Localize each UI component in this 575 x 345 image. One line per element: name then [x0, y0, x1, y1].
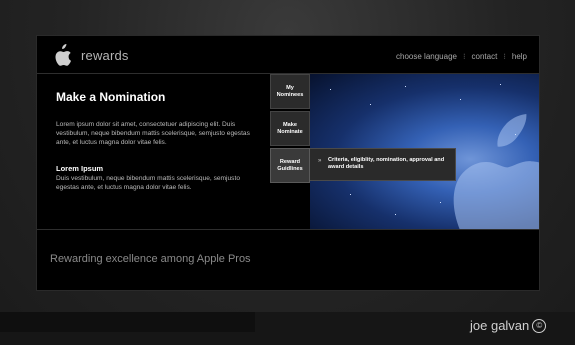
star-decoration	[500, 84, 501, 85]
nomination-content: Make a Nomination Lorem ipsum dolor sit …	[37, 74, 270, 229]
top-navigation: choose language ⁝ contact ⁝ help	[396, 52, 527, 61]
bottom-band-shadow	[0, 312, 255, 332]
nav-help[interactable]: help	[512, 52, 527, 61]
star-decoration	[395, 214, 396, 215]
star-decoration	[515, 134, 516, 135]
signature-text: joe galvan	[470, 318, 530, 333]
page-title: Make a Nomination	[56, 90, 166, 104]
star-decoration	[370, 104, 371, 105]
apple-logo-icon[interactable]	[52, 44, 72, 68]
copyright-icon: ©	[532, 318, 547, 333]
nav-contact[interactable]: contact	[472, 52, 498, 61]
star-decoration	[350, 194, 351, 195]
nav-separator-icon: ⁝	[462, 52, 466, 61]
tab-reward-guidelines[interactable]: Reward Guidlines	[270, 148, 310, 183]
tab-label-line: Make	[283, 121, 297, 128]
callout-text: Criteria, eligiblity, nomination, approv…	[328, 157, 445, 170]
tab-label-line: Reward	[279, 158, 301, 165]
tab-label-line: Guidlines	[277, 165, 303, 172]
brand-title: rewards	[81, 48, 129, 63]
star-decoration	[460, 99, 461, 100]
tab-make-nominate[interactable]: Make Nominate	[270, 111, 310, 146]
star-decoration	[405, 86, 406, 87]
tab-my-nominees[interactable]: My Nominees	[270, 74, 310, 109]
author-signature: joe galvan ©	[470, 318, 547, 333]
tab-label-line: Nominate	[277, 128, 303, 135]
tab-label-line: My	[286, 84, 294, 91]
star-decoration	[330, 89, 331, 90]
footer-tagline: Rewarding excellence among Apple Pros	[50, 253, 251, 265]
nav-separator-icon: ⁝	[503, 52, 506, 61]
rewards-site-frame: rewards choose language ⁝ contact ⁝ help…	[36, 35, 540, 291]
tab-label-line: Nominees	[276, 91, 304, 98]
intro-paragraph: Lorem ipsum dolor sit amet, consectetuer…	[56, 121, 250, 146]
nav-choose-language[interactable]: choose language	[396, 52, 457, 61]
double-chevron-icon: »	[318, 158, 322, 164]
guidelines-callout[interactable]: » Criteria, eligiblity, nomination, appr…	[310, 148, 456, 181]
section-paragraph: Duis vestibulum, neque bibendum mattis s…	[56, 175, 240, 191]
nomination-tabs: My Nominees Make Nominate Reward Guidlines	[270, 74, 310, 219]
footer-divider	[37, 229, 539, 230]
section-subheading: Lorem Ipsum	[56, 164, 104, 173]
star-decoration	[440, 202, 441, 203]
